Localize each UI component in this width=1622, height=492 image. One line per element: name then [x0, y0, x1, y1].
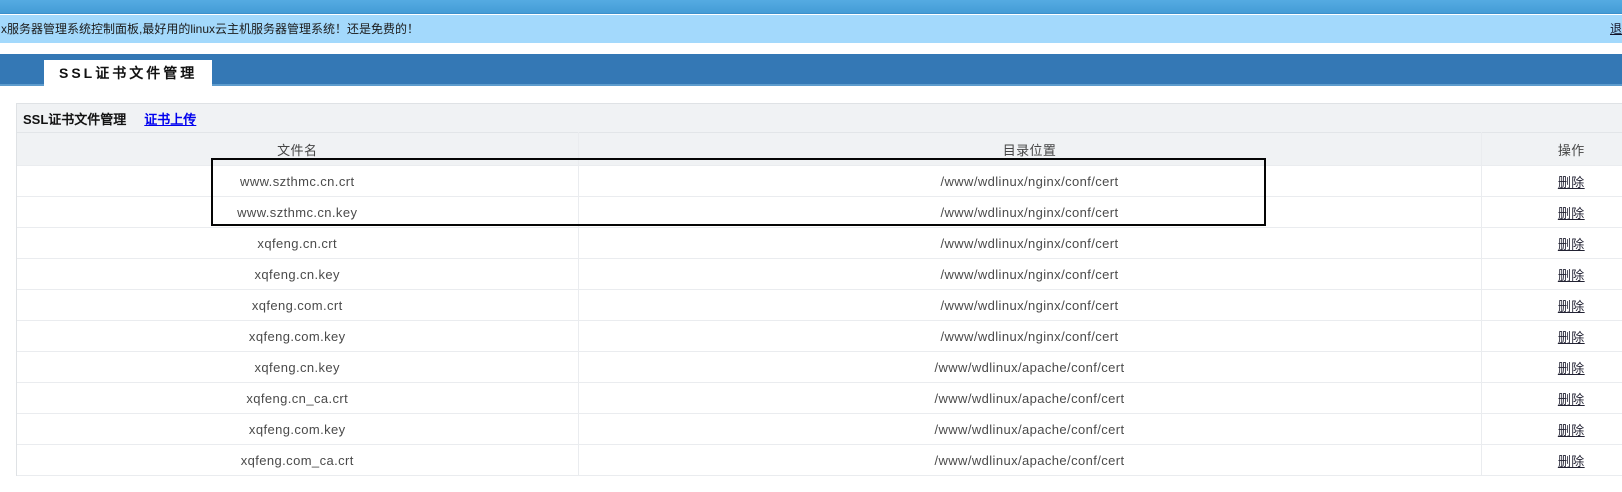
tab-ssl-cert-management[interactable]: SSL证书文件管理	[44, 60, 212, 86]
cell-path: /www/wdlinux/nginx/conf/cert	[578, 197, 1481, 228]
cell-action: 删除	[1481, 290, 1622, 321]
cell-filename: xqfeng.cn.key	[17, 259, 578, 290]
cell-path: /www/wdlinux/apache/conf/cert	[578, 352, 1481, 383]
cell-filename: xqfeng.com.key	[17, 321, 578, 352]
delete-link[interactable]: 删除	[1558, 268, 1585, 283]
cell-filename: xqfeng.com.key	[17, 414, 578, 445]
table-row: xqfeng.cn_ca.crt/www/wdlinux/apache/conf…	[17, 383, 1622, 414]
cell-filename: xqfeng.cn_ca.crt	[17, 383, 578, 414]
cert-table-head: 文件名 目录位置 操作	[17, 133, 1622, 166]
cell-path: /www/wdlinux/nginx/conf/cert	[578, 290, 1481, 321]
delete-link[interactable]: 删除	[1558, 423, 1585, 438]
page-title: SSL证书文件管理	[23, 109, 126, 128]
cell-path: /www/wdlinux/nginx/conf/cert	[578, 321, 1481, 352]
table-row: www.szthmc.cn.crt/www/wdlinux/nginx/conf…	[17, 166, 1622, 197]
delete-link[interactable]: 删除	[1558, 299, 1585, 314]
cert-upload-link[interactable]: 证书上传	[144, 109, 196, 128]
table-row: xqfeng.com.key/www/wdlinux/nginx/conf/ce…	[17, 321, 1622, 352]
cell-action: 删除	[1481, 321, 1622, 352]
cell-filename: xqfeng.cn.crt	[17, 228, 578, 259]
cell-action: 删除	[1481, 414, 1622, 445]
top-blue-strip	[0, 0, 1622, 14]
column-header-filename: 文件名	[17, 133, 578, 166]
delete-link[interactable]: 删除	[1558, 237, 1585, 252]
cell-path: /www/wdlinux/nginx/conf/cert	[578, 166, 1481, 197]
cell-action: 删除	[1481, 383, 1622, 414]
table-row: xqfeng.com.crt/www/wdlinux/nginx/conf/ce…	[17, 290, 1622, 321]
delete-link[interactable]: 删除	[1558, 361, 1585, 376]
cell-action: 删除	[1481, 166, 1622, 197]
column-header-path: 目录位置	[578, 133, 1481, 166]
table-row: xqfeng.cn.key/www/wdlinux/nginx/conf/cer…	[17, 259, 1622, 290]
table-row: xqfeng.cn.key/www/wdlinux/apache/conf/ce…	[17, 352, 1622, 383]
cell-filename: xqfeng.cn.key	[17, 352, 578, 383]
cell-filename: xqfeng.com.crt	[17, 290, 578, 321]
table-row: xqfeng.com.key/www/wdlinux/apache/conf/c…	[17, 414, 1622, 445]
table-row: xqfeng.cn.crt/www/wdlinux/nginx/conf/cer…	[17, 228, 1622, 259]
announcement-text: x服务器管理系统控制面板,最好用的linux云主机服务器管理系统！还是免费的！	[0, 15, 419, 43]
delete-link[interactable]: 删除	[1558, 175, 1585, 190]
table-header-row: 文件名 目录位置 操作	[17, 133, 1622, 166]
table-row: www.szthmc.cn.key/www/wdlinux/nginx/conf…	[17, 197, 1622, 228]
cell-path: /www/wdlinux/nginx/conf/cert	[578, 228, 1481, 259]
navbar: SSL证书文件管理	[0, 54, 1622, 86]
delete-link[interactable]: 删除	[1558, 392, 1585, 407]
cell-action: 删除	[1481, 352, 1622, 383]
cell-path: /www/wdlinux/apache/conf/cert	[578, 414, 1481, 445]
cell-path: /www/wdlinux/apache/conf/cert	[578, 445, 1481, 476]
cert-table: 文件名 目录位置 操作 www.szthmc.cn.crt/www/wdlinu…	[17, 132, 1622, 476]
cell-filename: www.szthmc.cn.key	[17, 197, 578, 228]
cell-action: 删除	[1481, 445, 1622, 476]
heading-bar: SSL证书文件管理 证书上传	[17, 104, 1622, 132]
content-panel: SSL证书文件管理 证书上传 文件名 目录位置 操作 www.szthmc.cn…	[16, 103, 1622, 476]
logout-link[interactable]: 退出	[1610, 15, 1622, 43]
cell-action: 删除	[1481, 197, 1622, 228]
cell-filename: www.szthmc.cn.crt	[17, 166, 578, 197]
delete-link[interactable]: 删除	[1558, 454, 1585, 469]
column-header-action: 操作	[1481, 133, 1622, 166]
cell-action: 删除	[1481, 259, 1622, 290]
cell-filename: xqfeng.com_ca.crt	[17, 445, 578, 476]
delete-link[interactable]: 删除	[1558, 330, 1585, 345]
cell-action: 删除	[1481, 228, 1622, 259]
delete-link[interactable]: 删除	[1558, 206, 1585, 221]
cert-table-body: www.szthmc.cn.crt/www/wdlinux/nginx/conf…	[17, 166, 1622, 476]
page: { "topbar": { "announcement": "x服务器管理系统控…	[0, 0, 1622, 492]
announcement-bar: x服务器管理系统控制面板,最好用的linux云主机服务器管理系统！还是免费的！ …	[0, 15, 1622, 43]
cell-path: /www/wdlinux/apache/conf/cert	[578, 383, 1481, 414]
table-row: xqfeng.com_ca.crt/www/wdlinux/apache/con…	[17, 445, 1622, 476]
cell-path: /www/wdlinux/nginx/conf/cert	[578, 259, 1481, 290]
